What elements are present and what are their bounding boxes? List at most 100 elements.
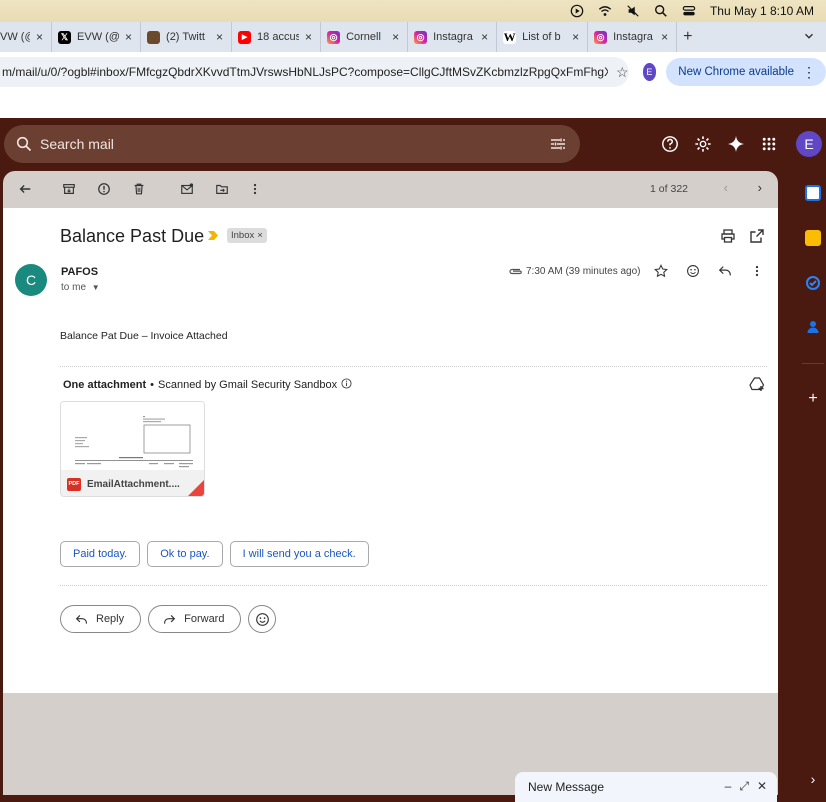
search-placeholder: Search mail [40,136,114,152]
reply-arrow-icon[interactable] [717,263,733,279]
expand-fullscreen-icon[interactable]: ⤢ [739,779,749,794]
star-icon[interactable] [653,263,669,279]
smart-reply-button[interactable]: Ok to pay. [147,541,223,567]
archive-icon[interactable] [59,179,79,199]
tab-close-icon[interactable]: × [305,30,312,44]
open-in-new-window-icon[interactable] [749,228,765,244]
tab-close-icon[interactable]: × [216,30,223,44]
details-dropdown-icon[interactable]: ▼ [92,283,100,292]
move-to-folder-icon[interactable] [212,179,232,199]
macos-menubar: Thu May 1 8:10 AM [0,0,826,22]
gemini-sparkle-icon[interactable] [726,134,746,154]
browser-tab[interactable]: W List of b × [497,22,589,52]
reply-actions-row: Reply Forward [60,605,277,633]
report-spam-icon[interactable] [94,179,114,199]
email-timestamp: 7:30 AM (39 minutes ago) [526,266,641,277]
message-toolbar: 1 of 322 ‹ › [3,171,778,207]
search-options-icon[interactable] [550,136,566,152]
minimize-icon[interactable]: ‒ [725,779,732,794]
bookmark-star-icon[interactable]: ☆ [616,64,629,81]
google-calendar-icon[interactable] [805,185,821,201]
more-vert-icon[interactable]: ⋮ [802,64,816,81]
more-vert-icon[interactable] [749,263,765,279]
older-chevron-icon[interactable]: › [758,180,762,195]
chrome-update-button[interactable]: New Chrome available ⋮ [666,58,826,86]
newer-chevron-icon[interactable]: ‹ [724,180,728,195]
reply-arrow-icon [75,614,87,624]
browser-tab[interactable]: VW (@ × [0,22,53,52]
instagram-icon: ◎ [594,30,608,44]
mute-icon[interactable] [626,4,640,18]
smart-reply-row: Paid today. Ok to pay. I will send you a… [60,541,369,567]
browser-tab[interactable]: 𝕏 EVW (@ × [52,22,142,52]
close-icon[interactable]: ✕ [757,779,767,794]
smart-reply-button[interactable]: Paid today. [60,541,141,567]
sender-name[interactable]: PAFOS [61,266,98,278]
tab-title: Cornell [346,31,381,43]
browser-tab[interactable]: ◎ Instagra × [408,22,498,52]
forward-button[interactable]: Forward [148,605,242,633]
back-arrow-icon[interactable] [15,179,35,199]
tab-close-icon[interactable]: × [392,30,399,44]
print-icon[interactable] [720,228,736,244]
settings-gear-icon[interactable] [693,134,713,154]
browser-tab[interactable]: (2) Twitt × [141,22,233,52]
label-name: Inbox [231,230,255,241]
pagination-count: 1 of 322 [650,183,688,195]
tab-close-icon[interactable]: × [572,30,579,44]
sender-avatar[interactable]: C [15,264,47,296]
expand-panel-chevron-icon[interactable]: › [805,771,821,787]
forward-label: Forward [184,613,225,625]
smart-reply-button[interactable]: I will send you a check. [229,541,369,567]
chrome-update-label: New Chrome available [678,66,794,78]
add-to-drive-icon[interactable] [749,376,765,392]
delete-trash-icon[interactable] [129,179,149,199]
chrome-profile-avatar[interactable]: E [642,63,657,81]
x-logo-icon: 𝕏 [58,30,72,44]
emoji-react-icon[interactable] [685,263,701,279]
help-icon[interactable] [660,134,680,154]
email-message-pane: Balance Past Due Inbox × C PAFOS to me ▼… [3,208,778,693]
pdf-attachment-card[interactable]: PDF EmailAttachment.... [60,401,205,497]
browser-tab[interactable]: ◎ Cornell × [321,22,409,52]
recipient-details[interactable]: to me ▼ [61,282,100,293]
address-url[interactable]: m/mail/u/0/?ogbl#inbox/FMfcgzQbdrXKvvdTt… [2,65,608,79]
wifi-icon[interactable] [598,4,612,18]
tab-title: EVW (@ [77,31,120,43]
info-icon[interactable] [341,378,352,392]
tab-close-icon[interactable]: × [36,30,43,44]
account-avatar[interactable]: E [796,131,822,157]
google-keep-icon[interactable] [805,230,821,246]
search-icon[interactable] [16,136,32,152]
google-apps-grid-icon[interactable] [759,134,779,154]
new-tab-plus-icon[interactable]: + [683,28,692,46]
browser-tab[interactable]: ▶ 18 accus × [232,22,322,52]
emoji-reaction-button[interactable] [248,605,277,633]
more-vert-icon[interactable] [245,179,265,199]
attachment-filename: EmailAttachment.... [87,478,180,490]
pdf-preview-thumbnail [61,402,204,470]
browser-tab[interactable]: ◎ Instagra × [588,22,678,52]
youtube-icon: ▶ [238,30,252,44]
tab-search-chevron-icon[interactable] [802,29,820,47]
play-circle-icon[interactable] [570,4,584,18]
compose-window-minimized[interactable]: New Message ‒ ⤢ ✕ [515,772,777,802]
importance-marker-icon[interactable] [208,231,218,240]
menubar-datetime[interactable]: Thu May 1 8:10 AM [710,4,814,18]
google-tasks-icon[interactable] [805,275,821,291]
address-bar[interactable]: m/mail/u/0/?ogbl#inbox/FMfcgzQbdrXKvvdTt… [0,57,629,87]
compose-title: New Message [528,780,605,794]
spotlight-search-icon[interactable] [654,4,668,18]
search-mail-input[interactable]: Search mail [4,125,580,163]
google-contacts-icon[interactable] [805,319,821,335]
add-addon-plus-icon[interactable]: + [805,391,821,408]
side-panel-apps: + › [792,171,826,802]
tab-close-icon[interactable]: × [481,30,488,44]
tab-close-icon[interactable]: × [125,30,132,44]
reply-button[interactable]: Reply [60,605,142,633]
remove-label-icon[interactable]: × [257,230,263,241]
twitter-avatar-icon [147,30,161,44]
control-center-icon[interactable] [682,4,696,18]
mark-unread-icon[interactable] [177,179,197,199]
tab-close-icon[interactable]: × [661,30,668,44]
